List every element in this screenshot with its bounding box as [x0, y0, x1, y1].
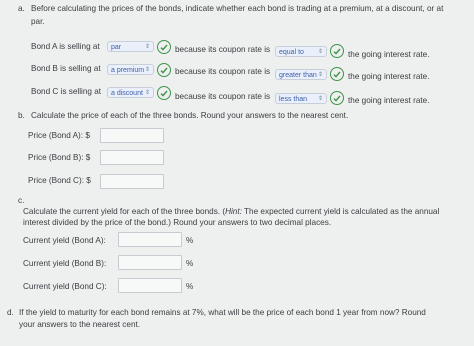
chevron-up-down-icon: ⇕: [317, 72, 323, 78]
yield-bond-b-label: Current yield (Bond B):: [23, 259, 107, 268]
part-b-marker: b.: [18, 111, 25, 120]
bond-a-status-select[interactable]: par ⇕: [107, 41, 154, 52]
bond-a-prefix: Bond A is selling at: [31, 42, 100, 51]
part-d-line1: If the yield to maturity for each bond r…: [19, 308, 426, 317]
bond-b-status-select[interactable]: a premium ⇕: [107, 64, 154, 75]
bond-b-comparison-value: greater than: [279, 72, 317, 79]
bond-c-suffix: the going interest rate.: [348, 96, 430, 105]
chevron-up-down-icon: ⇕: [317, 49, 323, 55]
bond-a-status-value: par: [111, 44, 122, 51]
bond-c-status-select[interactable]: a discount ⇕: [107, 87, 154, 98]
hint-label: Hint:: [225, 207, 242, 216]
part-c-line2: interest divided by the price of the bon…: [23, 218, 332, 227]
bond-a-comparison-value: equal to: [279, 49, 304, 56]
price-bond-c-label: Price (Bond C): $: [28, 176, 91, 185]
bond-a-middle: because its coupon rate is: [175, 45, 271, 54]
bond-c-comparison-select[interactable]: less than ⇕: [275, 93, 327, 104]
yield-bond-a-unit: %: [186, 236, 194, 245]
part-c-marker: c.: [18, 196, 25, 205]
bond-a-suffix: the going interest rate.: [348, 50, 430, 59]
part-b-instructions: Calculate the price of each of the three…: [31, 111, 349, 120]
bond-b-comparison-select[interactable]: greater than ⇕: [275, 69, 327, 80]
chevron-up-down-icon: ⇕: [317, 96, 323, 102]
check-circle-icon: [330, 44, 344, 58]
part-a-intro-line2: par.: [31, 17, 45, 26]
bond-b-prefix: Bond B is selling at: [31, 64, 101, 73]
yield-bond-b-unit: %: [186, 259, 194, 268]
bond-c-status-value: a discount: [111, 90, 143, 97]
chevron-up-down-icon: ⇕: [144, 67, 150, 73]
part-d-marker: d.: [7, 308, 14, 317]
bond-b-suffix: the going interest rate.: [348, 72, 430, 81]
price-bond-c-input[interactable]: [100, 174, 164, 189]
yield-bond-c-input[interactable]: [118, 278, 182, 293]
price-bond-a-label: Price (Bond A): $: [28, 131, 90, 140]
chevron-up-down-icon: ⇕: [144, 44, 150, 50]
price-bond-b-input[interactable]: [100, 150, 164, 165]
part-d-line2: your answers to the nearest cent.: [19, 320, 141, 329]
check-circle-icon: [157, 63, 171, 77]
price-bond-b-label: Price (Bond B): $: [28, 153, 91, 162]
bond-b-status-value: a premium: [111, 67, 145, 74]
check-circle-icon: [330, 91, 344, 105]
yield-bond-c-label: Current yield (Bond C):: [23, 282, 107, 291]
part-a-intro-line1: Before calculating the prices of the bon…: [31, 4, 444, 13]
part-c-line1: Calculate the current yield for each of …: [23, 207, 440, 216]
check-circle-icon: [330, 67, 344, 81]
bond-c-middle: because its coupon rate is: [175, 92, 271, 101]
yield-bond-b-input[interactable]: [118, 255, 182, 270]
check-circle-icon: [157, 86, 171, 100]
bond-a-comparison-select[interactable]: equal to ⇕: [275, 46, 327, 57]
yield-bond-a-input[interactable]: [118, 232, 182, 247]
part-a-marker: a.: [18, 4, 25, 13]
yield-bond-c-unit: %: [186, 282, 194, 291]
bond-c-comparison-value: less than: [279, 96, 308, 103]
bond-b-middle: because its coupon rate is: [175, 67, 271, 76]
bond-c-prefix: Bond C is selling at: [31, 87, 102, 96]
check-circle-icon: [157, 40, 171, 54]
yield-bond-a-label: Current yield (Bond A):: [23, 236, 106, 245]
price-bond-a-input[interactable]: [100, 128, 164, 143]
chevron-up-down-icon: ⇕: [144, 90, 150, 96]
